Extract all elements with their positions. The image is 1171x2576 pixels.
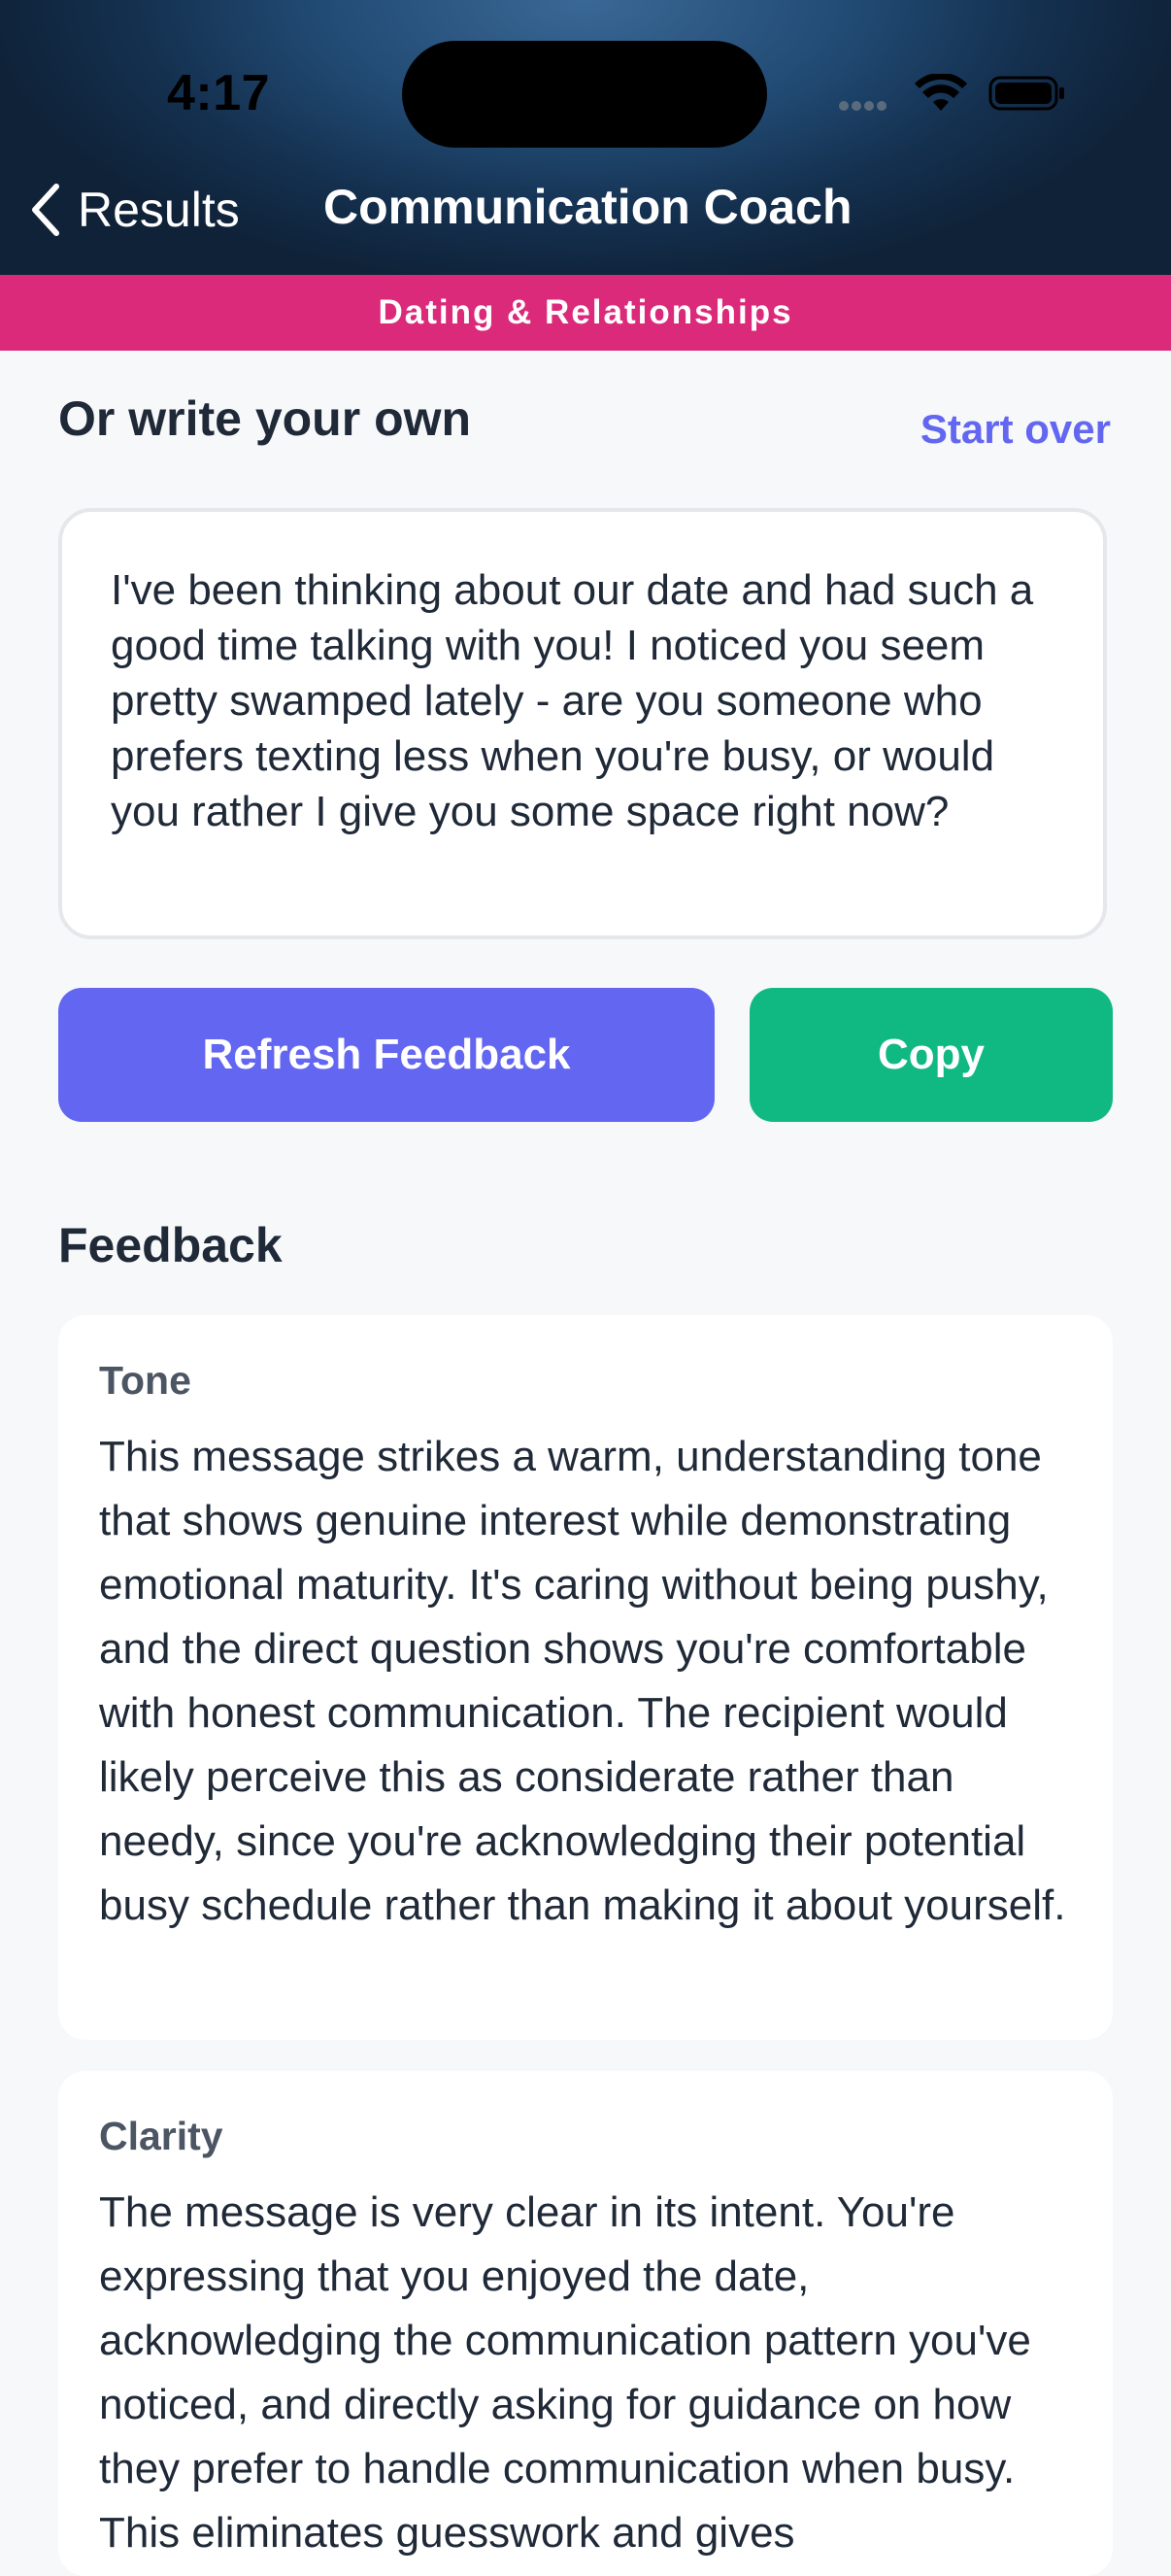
cellular-signal-icon bbox=[839, 101, 897, 113]
back-label: Results bbox=[78, 183, 240, 237]
category-banner: Dating & Relationships bbox=[0, 275, 1171, 351]
battery-icon bbox=[988, 76, 1064, 111]
feedback-heading: Feedback bbox=[58, 1218, 283, 1272]
feedback-card-label: Clarity bbox=[99, 2114, 223, 2158]
status-time: 4:17 bbox=[167, 65, 271, 121]
refresh-feedback-button[interactable]: Refresh Feedback bbox=[58, 988, 715, 1122]
copy-button[interactable]: Copy bbox=[750, 988, 1113, 1122]
page-title: Communication Coach bbox=[323, 180, 853, 234]
back-button[interactable]: Results bbox=[29, 175, 240, 245]
feedback-card-text: This message strikes a warm, understandi… bbox=[99, 1433, 1066, 1929]
feedback-card-text: The message is very clear in its intent.… bbox=[99, 2188, 1031, 2557]
start-over-button[interactable]: Start over bbox=[920, 406, 1111, 453]
navigation-header: 4:17 Results Communication Coach bbox=[0, 0, 1171, 275]
feedback-card-label: Tone bbox=[99, 1358, 191, 1403]
message-input[interactable]: I've been thinking about our date and ha… bbox=[58, 508, 1107, 939]
wifi-icon bbox=[915, 74, 967, 111]
chevron-left-icon bbox=[32, 184, 59, 236]
feedback-card-tone: Tone This message strikes a warm, unders… bbox=[58, 1315, 1113, 2040]
dynamic-island bbox=[402, 41, 767, 148]
compose-heading: Or write your own bbox=[58, 391, 472, 446]
feedback-card-clarity: Clarity The message is very clear in its… bbox=[58, 2071, 1113, 2576]
